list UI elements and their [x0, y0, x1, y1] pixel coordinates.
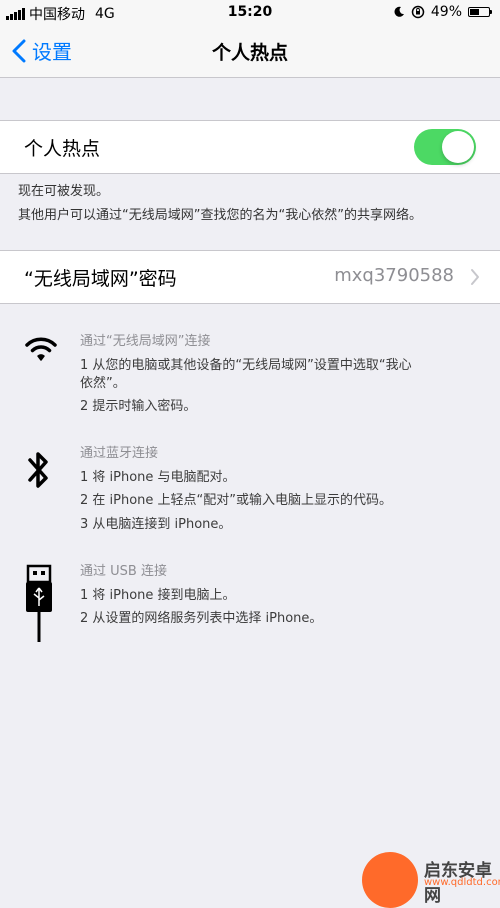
hotspot-cell: 个人热点	[0, 120, 500, 174]
toggle-knob	[442, 131, 474, 163]
status-bar: 中国移动 4G 15:20 49%	[0, 0, 500, 26]
bluetooth-step-1: 1 将 iPhone 与电脑配对。	[80, 470, 236, 485]
wifi-step-1: 1 从您的电脑或其他设备的“无线局域网”设置中选取“我心	[80, 358, 412, 373]
info-line-1: 现在可被发现。	[18, 184, 110, 199]
wifi-step-2: 2 提示时输入密码。	[80, 399, 197, 414]
watermark-logo	[362, 852, 418, 908]
info-line-2: 其他用户可以通过“无线局域网”查找您的名为“我心依然”的共享网络。	[18, 208, 422, 223]
bluetooth-method-title: 通过蓝牙连接	[80, 446, 159, 461]
hotspot-label: 个人热点	[24, 138, 101, 160]
bluetooth-step-3: 3 从电脑连接到 iPhone。	[80, 517, 232, 532]
rotation-lock-icon	[411, 5, 425, 19]
usb-method-title: 通过 USB 连接	[80, 564, 167, 579]
moon-icon	[394, 6, 404, 17]
hotspot-toggle[interactable]	[414, 129, 476, 165]
usb-step-1: 1 将 iPhone 接到电脑上。	[80, 588, 236, 603]
discoverable-info: 现在可被发现。 其他用户可以通过“无线局域网”查找您的名为“我心依然”的共享网络…	[18, 180, 422, 228]
chevron-right-icon	[471, 269, 479, 285]
bluetooth-icon	[28, 452, 48, 488]
page-title: 个人热点	[211, 42, 288, 64]
wifi-method-title: 通过“无线局域网”连接	[80, 334, 211, 349]
status-right: 49%	[393, 4, 492, 20]
wifi-password-cell[interactable]: “无线局域网”密码 mxq3790588	[0, 250, 500, 304]
battery-percent: 49%	[430, 4, 462, 20]
wifi-icon	[25, 337, 57, 361]
watermark-url: www.qdldtd.com	[424, 877, 500, 888]
password-value: mxq3790588	[334, 265, 454, 286]
wifi-step-1-cont: 依然”。	[80, 376, 126, 391]
battery-icon	[468, 7, 492, 17]
navigation-bar: 设置 个人热点	[0, 26, 500, 78]
usb-icon	[26, 564, 52, 642]
usb-step-2: 2 从设置的网络服务列表中选择 iPhone。	[80, 611, 323, 626]
bluetooth-step-2: 2 在 iPhone 上轻点“配对”或输入电脑上显示的代码。	[80, 493, 393, 508]
password-label: “无线局域网”密码	[24, 268, 177, 290]
